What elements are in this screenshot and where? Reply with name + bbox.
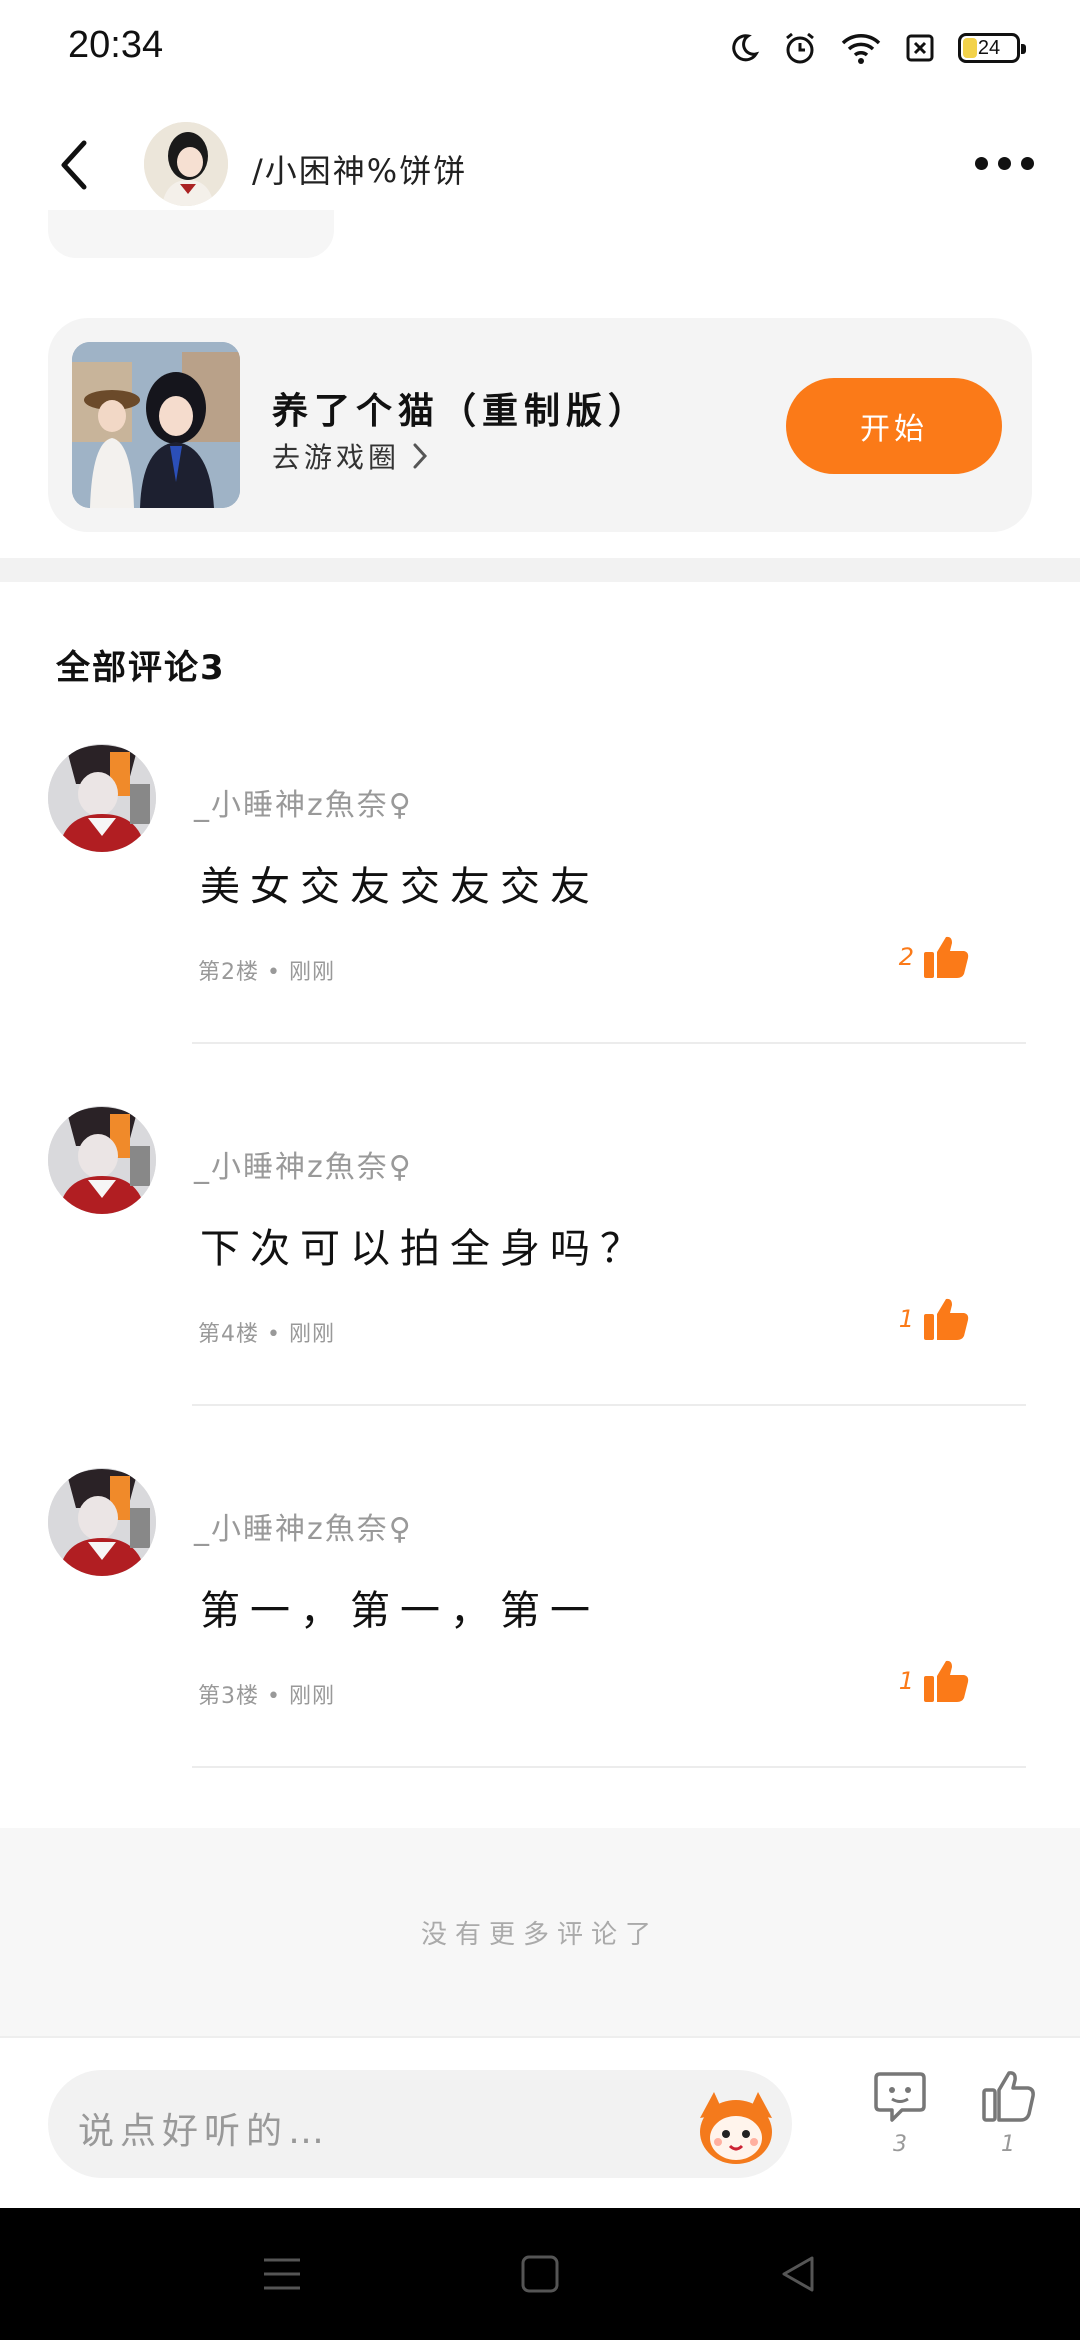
comment-bubble-icon: [874, 2072, 926, 2122]
comment-text: 美女交友交友交友: [200, 864, 600, 910]
comment-avatar[interactable]: [48, 1468, 156, 1576]
battery-icon: 24: [958, 33, 1026, 63]
comment-meta: 第2楼 • 刚刚: [198, 960, 335, 985]
home-square-icon: [521, 2255, 559, 2293]
comment-input-placeholder: 说点好听的…: [78, 2111, 331, 2152]
comment-text: 第一，第一，第一: [200, 1588, 600, 1634]
game-thumbnail[interactable]: [72, 342, 240, 508]
system-nav-bar: [0, 2208, 1080, 2340]
thumbs-up-icon: [924, 1298, 969, 1340]
home-nav-button[interactable]: [508, 2242, 572, 2306]
wifi-icon: [841, 34, 881, 64]
comment-input[interactable]: 说点好听的…: [48, 2070, 792, 2178]
comment-divider: [192, 1404, 1026, 1406]
battery-level: 24: [977, 36, 1001, 59]
header: /小困神%饼饼: [0, 110, 1080, 220]
game-circle-link[interactable]: 去游戏圈: [272, 436, 428, 476]
like-button[interactable]: 1: [968, 2068, 1048, 2157]
comment-author[interactable]: _小睡神z魚奈♀: [194, 780, 413, 824]
mascot-emoji-icon[interactable]: [690, 2078, 782, 2170]
start-button[interactable]: 开始: [786, 378, 1002, 474]
thumbs-up-outline-icon: [982, 2071, 1035, 2122]
thumbs-up-icon: [924, 1660, 969, 1702]
chevron-right-icon: [413, 443, 428, 469]
comment-like-button[interactable]: 1: [899, 1296, 970, 1342]
game-card[interactable]: 养了个猫（重制版） 去游戏圈 开始: [48, 318, 1032, 532]
status-time: 20:34: [68, 24, 164, 66]
section-divider: [0, 558, 1080, 582]
menu-nav-button[interactable]: [250, 2242, 314, 2306]
previous-card-edge: [48, 210, 334, 258]
alarm-icon: [786, 32, 814, 64]
menu-icon: [264, 2258, 300, 2290]
comment-like-count: 1: [898, 1305, 914, 1333]
comment-like-button[interactable]: 1: [899, 1658, 970, 1704]
like-count: 1: [1001, 2132, 1015, 2157]
back-triangle-icon: [782, 2256, 814, 2292]
comment-item: _小睡神z魚奈♀ 下次可以拍全身吗？ 第4楼 • 刚刚 1: [0, 1106, 1080, 1468]
thumbs-up-icon: [924, 936, 969, 978]
back-button[interactable]: [44, 130, 104, 200]
status-icons: 24: [728, 28, 1026, 68]
no-more-comments: 没有更多评论了: [0, 1828, 1080, 2036]
comment-author[interactable]: _小睡神z魚奈♀: [194, 1142, 413, 1186]
bottom-bar: 说点好听的… 3 1: [0, 2036, 1080, 2208]
user-avatar[interactable]: [144, 122, 228, 206]
comments-header: 全部评论3: [56, 648, 226, 688]
back-nav-button[interactable]: [766, 2242, 830, 2306]
game-circle-label: 去游戏圈: [272, 441, 401, 474]
comment-meta: 第4楼 • 刚刚: [198, 1322, 335, 1347]
comment-like-button[interactable]: 2: [899, 934, 970, 980]
comment-like-count: 1: [898, 1667, 914, 1695]
comments-button[interactable]: 3: [860, 2068, 940, 2157]
sim-off-icon: [906, 34, 934, 62]
comment-author[interactable]: _小睡神z魚奈♀: [194, 1504, 413, 1548]
comment-text: 下次可以拍全身吗？: [200, 1226, 650, 1272]
game-title: 养了个猫（重制版）: [272, 391, 651, 432]
back-arrow-icon: [61, 140, 87, 190]
comment-like-count: 2: [898, 943, 914, 971]
comment-avatar[interactable]: [48, 1106, 156, 1214]
more-dots-icon: [974, 156, 988, 170]
comment-avatar[interactable]: [48, 744, 156, 852]
comments-count: 3: [893, 2132, 907, 2157]
comment-divider: [192, 1042, 1026, 1044]
comment-item: _小睡神z魚奈♀ 美女交友交友交友 第2楼 • 刚刚 2: [0, 744, 1080, 1106]
comment-item: _小睡神z魚奈♀ 第一，第一，第一 第3楼 • 刚刚 1: [0, 1468, 1080, 1830]
no-more-text: 没有更多评论了: [420, 1919, 659, 1950]
comment-divider: [192, 1766, 1026, 1768]
more-button[interactable]: [964, 138, 1044, 188]
comment-meta: 第3楼 • 刚刚: [198, 1684, 335, 1709]
moon-icon: [732, 34, 760, 62]
user-name[interactable]: /小困神%饼饼: [252, 146, 467, 192]
status-bar: 20:34 24: [0, 0, 1080, 96]
